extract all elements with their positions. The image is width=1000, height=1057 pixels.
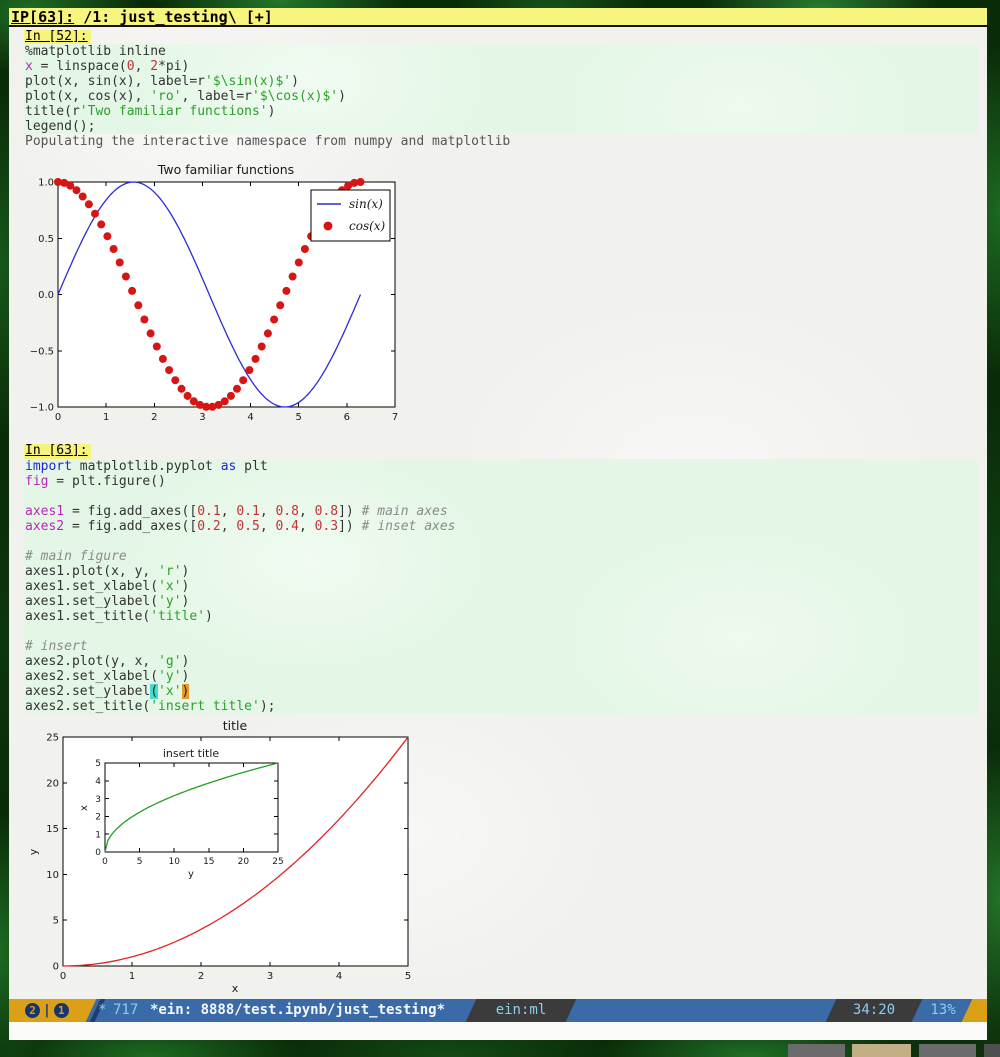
svg-text:x: x — [79, 805, 90, 811]
notebook-prompt: IP[63]: — [11, 8, 74, 26]
svg-text:10: 10 — [168, 857, 180, 867]
cell-2-code[interactable]: import matplotlib.pyplot as pltfig = plt… — [24, 459, 978, 714]
svg-text:insert title: insert title — [163, 747, 220, 760]
svg-text:4: 4 — [95, 777, 101, 787]
background-window-sliver[interactable] — [788, 1044, 845, 1057]
cell-1-prompt[interactable]: In [52]: — [24, 30, 91, 45]
notebook-tab[interactable]: /1: just_testing\ — [83, 8, 237, 26]
cell-1-code[interactable]: %matplotlib inlinex = linspace(0, 2*pi)p… — [24, 44, 978, 134]
battery-percent: 13% — [915, 999, 971, 1022]
svg-text:3: 3 — [95, 795, 101, 805]
svg-text:25: 25 — [272, 857, 283, 867]
svg-text:4: 4 — [336, 971, 342, 982]
svg-text:3: 3 — [199, 412, 205, 423]
svg-text:0.5: 0.5 — [38, 234, 54, 245]
svg-text:7: 7 — [392, 412, 398, 423]
figure-1: 0 1 2 3 4 5 6 7 −1.0 −0.5 0.0 0.5 1.0 Two familiar fu… — [25, 160, 425, 432]
svg-text:15: 15 — [46, 824, 59, 835]
svg-text:0: 0 — [55, 412, 61, 423]
workspace-divider: | — [43, 1003, 51, 1018]
clock: 34:20 — [831, 999, 917, 1022]
emacs-frame: IP[63]: /1: just_testing\ [+] In [52]: %ma… — [9, 8, 987, 1040]
svg-text:1.0: 1.0 — [38, 178, 54, 189]
modified-indicator: * — [98, 999, 106, 1022]
buffer-name[interactable]: *ein: 8888/test.ipynb/just_testing* — [150, 999, 445, 1022]
svg-text:20: 20 — [238, 857, 250, 867]
buffer-position: 717 — [113, 999, 138, 1022]
svg-text:−0.5: −0.5 — [30, 346, 54, 357]
background-window-sliver[interactable] — [852, 1044, 911, 1057]
background-window-sliver[interactable] — [984, 1044, 1000, 1057]
echo-area[interactable] — [9, 1022, 987, 1040]
svg-text:5: 5 — [137, 857, 143, 867]
background-window-sliver[interactable] — [919, 1044, 976, 1057]
mode-line: 2 | 1 * 717 *ein: 8888/test.ipynb/just_t… — [9, 999, 987, 1022]
svg-text:5: 5 — [405, 971, 411, 982]
new-tab-button[interactable]: [+] — [246, 8, 273, 26]
svg-text:25: 25 — [46, 733, 59, 744]
svg-text:0.0: 0.0 — [38, 290, 54, 301]
svg-text:Two familiar functions: Two familiar functions — [157, 162, 294, 177]
workspace-indicators: 2 | 1 — [25, 1003, 69, 1018]
svg-text:5: 5 — [296, 412, 302, 423]
svg-text:0: 0 — [102, 857, 108, 867]
svg-text:10: 10 — [46, 870, 59, 881]
svg-text:5: 5 — [53, 916, 59, 927]
svg-text:5: 5 — [95, 759, 101, 769]
major-mode[interactable]: ein:ml — [471, 999, 571, 1022]
svg-text:2: 2 — [95, 813, 101, 823]
svg-text:3: 3 — [267, 971, 273, 982]
svg-text:0: 0 — [60, 971, 66, 982]
svg-text:1: 1 — [129, 971, 135, 982]
cell-1-output: Populating the interactive namespace fro… — [25, 134, 510, 149]
cell-2-prompt[interactable]: In [63]: — [24, 444, 91, 459]
svg-text:20: 20 — [46, 778, 59, 789]
svg-text:x: x — [232, 982, 239, 995]
svg-text:cos(x): cos(x) — [349, 219, 386, 233]
svg-text:0: 0 — [95, 848, 101, 858]
header-line: IP[63]: /1: just_testing\ [+] — [9, 8, 987, 27]
svg-text:2: 2 — [198, 971, 204, 982]
figure-2-plot: 0 1 2 3 4 5 0 5 10 15 20 25 title x y 0 5 10 15 20 25 0 1 2 3 4 5 i… — [25, 718, 445, 996]
workspace-2-badge[interactable]: 2 — [25, 1003, 40, 1018]
svg-text:y: y — [188, 869, 194, 880]
figure-2: 0 1 2 3 4 5 0 5 10 15 20 25 title x y 0 5 10 15 20 25 0 1 2 3 4 5 i… — [25, 718, 445, 996]
svg-text:15: 15 — [203, 857, 214, 867]
svg-text:1: 1 — [95, 830, 101, 840]
svg-text:1: 1 — [103, 412, 109, 423]
svg-text:title: title — [223, 718, 248, 733]
workspace-1-badge[interactable]: 1 — [54, 1003, 69, 1018]
svg-text:sin(x): sin(x) — [349, 197, 383, 211]
svg-text:0: 0 — [53, 962, 59, 973]
svg-text:y: y — [27, 848, 40, 855]
svg-text:6: 6 — [344, 412, 350, 423]
svg-text:−1.0: −1.0 — [30, 403, 54, 414]
figure-1-plot: 0 1 2 3 4 5 6 7 −1.0 −0.5 0.0 0.5 1.0 Two familiar fu… — [25, 160, 425, 432]
svg-text:4: 4 — [247, 412, 253, 423]
svg-text:2: 2 — [151, 412, 157, 423]
